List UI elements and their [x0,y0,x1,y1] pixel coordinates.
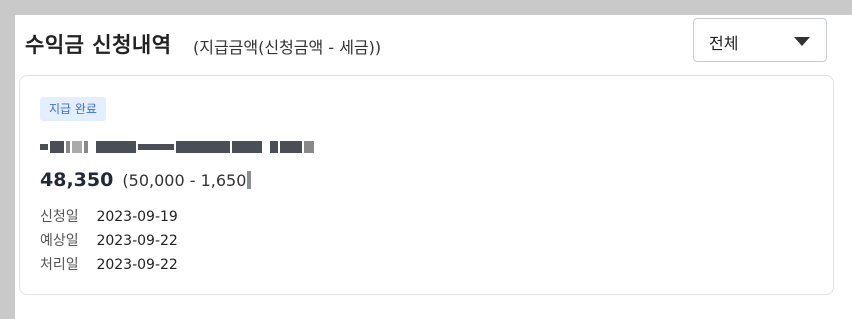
date-row-processed: 처리일 2023-09-22 [40,254,178,278]
panel-header: 수익금 신청내역 (지급금액(신청금액 - 세금)) 전체 [15,15,852,75]
amount-row: 48,350 (50,000 - 1,650 [40,169,252,191]
amount-breakdown: (50,000 - 1,650 [122,171,247,190]
date-row-request: 신청일 2023-09-19 [40,206,178,230]
status-badge: 지급 완료 [40,97,106,121]
date-label: 예상일 [40,233,79,249]
date-value: 2023-09-19 [96,209,178,225]
date-row-expected: 예상일 2023-09-22 [40,230,178,254]
payout-history-panel: 수익금 신청내역 (지급금액(신청금액 - 세금)) 전체 지급 완료 48,3… [15,15,852,319]
date-value: 2023-09-22 [96,257,178,273]
net-amount: 48,350 [40,169,114,191]
status-filter-value: 전체 [709,34,739,53]
redacted-tail [247,171,252,189]
date-label: 신청일 [40,209,79,225]
page-subtitle: (지급금액(신청금액 - 세금)) [193,38,382,57]
date-list: 신청일 2023-09-19 예상일 2023-09-22 처리일 2023-0… [40,206,178,278]
payout-item-card: 지급 완료 48,350 (50,000 - 1,650 신청일 2023-09… [19,75,834,295]
chevron-down-icon [794,37,810,46]
status-filter-select[interactable]: 전체 [693,18,827,62]
date-value: 2023-09-22 [96,233,178,249]
item-name-redacted [40,137,368,157]
date-label: 처리일 [40,257,79,273]
page-title: 수익금 신청내역 [25,33,172,57]
